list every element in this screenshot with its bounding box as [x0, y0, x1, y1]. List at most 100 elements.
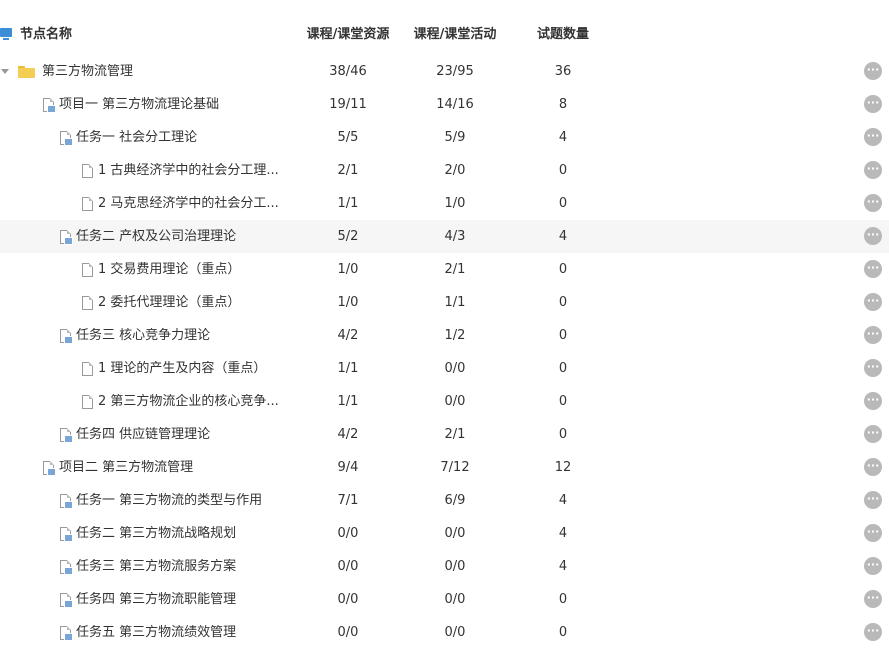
activities-count: 0/0 — [444, 361, 466, 376]
table-row[interactable]: 2 委托代理理论（重点） 1/0 1/1 0 — [0, 286, 889, 319]
table-row[interactable]: 2 马克思经济学中的社会分工... 1/1 1/0 0 — [0, 187, 889, 220]
header-question-count[interactable]: 试题数量 — [503, 27, 623, 43]
question-count: 0 — [558, 427, 568, 442]
table-row[interactable]: 项目二 第三方物流管理 9/4 7/12 12 — [0, 451, 889, 484]
node-name[interactable]: 任务三 第三方物流服务方案 — [76, 559, 236, 575]
resources-count: 9/4 — [337, 460, 359, 475]
more-options-icon[interactable] — [864, 359, 882, 377]
resources-count: 1/0 — [337, 262, 359, 277]
table-row[interactable]: 任务一 第三方物流的类型与作用 7/1 6/9 4 — [0, 484, 889, 517]
question-count: 0 — [558, 328, 568, 343]
node-name[interactable]: 2 马克思经济学中的社会分工... — [98, 196, 279, 212]
more-options-icon[interactable] — [864, 425, 882, 443]
node-name[interactable]: 2 第三方物流企业的核心竞争... — [98, 394, 279, 410]
more-options-icon[interactable] — [864, 194, 882, 212]
more-options-icon[interactable] — [864, 293, 882, 311]
resources-count: 5/5 — [337, 130, 359, 145]
more-options-icon[interactable] — [864, 491, 882, 509]
table-row-hovered[interactable]: 任务二 产权及公司治理理论 5/2 4/3 4 — [0, 220, 889, 253]
table-row[interactable]: 1 古典经济学中的社会分工理... 2/1 2/0 0 — [0, 154, 889, 187]
page-icon — [82, 361, 93, 376]
more-options-icon[interactable] — [864, 227, 882, 245]
node-name[interactable]: 项目二 第三方物流管理 — [59, 460, 193, 476]
document-icon — [60, 625, 73, 641]
table-row[interactable]: 任务一 社会分工理论 5/5 5/9 4 — [0, 121, 889, 154]
node-name[interactable]: 项目一 第三方物流理论基础 — [59, 97, 219, 113]
activities-count: 1/1 — [444, 295, 466, 310]
activities-count: 1/2 — [444, 328, 466, 343]
page-icon — [82, 394, 93, 409]
question-count: 0 — [558, 295, 568, 310]
node-name[interactable]: 任务四 供应链管理理论 — [76, 427, 210, 443]
question-count: 36 — [554, 64, 572, 79]
more-options-icon[interactable] — [864, 623, 882, 641]
resources-count: 4/2 — [337, 328, 359, 343]
table-row[interactable]: 任务五 第三方物流绩效管理 0/0 0/0 0 — [0, 616, 889, 649]
document-icon — [60, 427, 73, 443]
activities-count: 7/12 — [440, 460, 470, 475]
resources-count: 1/0 — [337, 295, 359, 310]
node-name[interactable]: 任务五 第三方物流绩效管理 — [76, 625, 236, 641]
more-options-icon[interactable] — [864, 95, 882, 113]
question-count: 12 — [554, 460, 572, 475]
question-count: 4 — [558, 229, 568, 244]
question-count: 0 — [558, 262, 568, 277]
activities-count: 14/16 — [436, 97, 474, 112]
node-name[interactable]: 任务一 社会分工理论 — [76, 130, 197, 146]
table-row[interactable]: 任务三 核心竞争力理论 4/2 1/2 0 — [0, 319, 889, 352]
more-options-icon[interactable] — [864, 128, 882, 146]
table-row[interactable]: 1 理论的产生及内容（重点） 1/1 0/0 0 — [0, 352, 889, 385]
table-row[interactable]: 项目一 第三方物流理论基础 19/11 14/16 8 — [0, 88, 889, 121]
question-count: 0 — [558, 625, 568, 640]
node-name[interactable]: 任务二 第三方物流战略规划 — [76, 526, 236, 542]
table-row[interactable]: 任务二 第三方物流战略规划 0/0 0/0 4 — [0, 517, 889, 550]
resources-count: 7/1 — [337, 493, 359, 508]
more-options-icon[interactable] — [864, 161, 882, 179]
activities-count: 0/0 — [444, 559, 466, 574]
node-name[interactable]: 第三方物流管理 — [42, 64, 133, 80]
document-icon — [60, 130, 73, 146]
question-count: 4 — [558, 526, 568, 541]
node-name[interactable]: 任务三 核心竞争力理论 — [76, 328, 210, 344]
table-row[interactable]: 2 第三方物流企业的核心竞争... 1/1 0/0 0 — [0, 385, 889, 418]
node-name[interactable]: 1 古典经济学中的社会分工理... — [98, 163, 279, 179]
document-icon — [60, 328, 73, 344]
more-options-icon[interactable] — [864, 590, 882, 608]
table-row[interactable]: 任务四 第三方物流职能管理 0/0 0/0 0 — [0, 583, 889, 616]
expand-caret-icon[interactable] — [1, 69, 9, 74]
page-icon — [82, 295, 93, 310]
more-options-icon[interactable] — [864, 260, 882, 278]
node-name[interactable]: 任务一 第三方物流的类型与作用 — [76, 493, 262, 509]
activities-count: 23/95 — [436, 64, 474, 79]
question-count: 0 — [558, 163, 568, 178]
header-resources[interactable]: 课程/课堂资源 — [288, 27, 408, 43]
activities-count: 0/0 — [444, 526, 466, 541]
activities-count: 0/0 — [444, 625, 466, 640]
activities-count: 0/0 — [444, 592, 466, 607]
more-options-icon[interactable] — [864, 326, 882, 344]
table-row[interactable]: 任务三 第三方物流服务方案 0/0 0/0 4 — [0, 550, 889, 583]
question-count: 4 — [558, 493, 568, 508]
table-row[interactable]: 第三方物流管理 38/46 23/95 36 — [0, 55, 889, 88]
node-name[interactable]: 1 理论的产生及内容（重点） — [98, 361, 266, 377]
resources-count: 4/2 — [337, 427, 359, 442]
resources-count: 38/46 — [329, 64, 367, 79]
more-options-icon[interactable] — [864, 557, 882, 575]
folder-icon — [18, 65, 35, 78]
node-name[interactable]: 任务四 第三方物流职能管理 — [76, 592, 236, 608]
header-node-name[interactable]: 节点名称 — [20, 27, 72, 43]
more-options-icon[interactable] — [864, 458, 882, 476]
more-options-icon[interactable] — [864, 392, 882, 410]
node-name[interactable]: 1 交易费用理论（重点） — [98, 262, 240, 278]
resources-count: 0/0 — [337, 625, 359, 640]
document-icon — [43, 97, 56, 113]
node-name[interactable]: 任务二 产权及公司治理理论 — [76, 229, 236, 245]
more-options-icon[interactable] — [864, 62, 882, 80]
node-name[interactable]: 2 委托代理理论（重点） — [98, 295, 240, 311]
table-row[interactable]: 1 交易费用理论（重点） 1/0 2/1 0 — [0, 253, 889, 286]
table-row[interactable]: 任务四 供应链管理理论 4/2 2/1 0 — [0, 418, 889, 451]
header-activities[interactable]: 课程/课堂活动 — [395, 27, 515, 43]
activities-count: 2/0 — [444, 163, 466, 178]
more-options-icon[interactable] — [864, 524, 882, 542]
resources-count: 0/0 — [337, 592, 359, 607]
